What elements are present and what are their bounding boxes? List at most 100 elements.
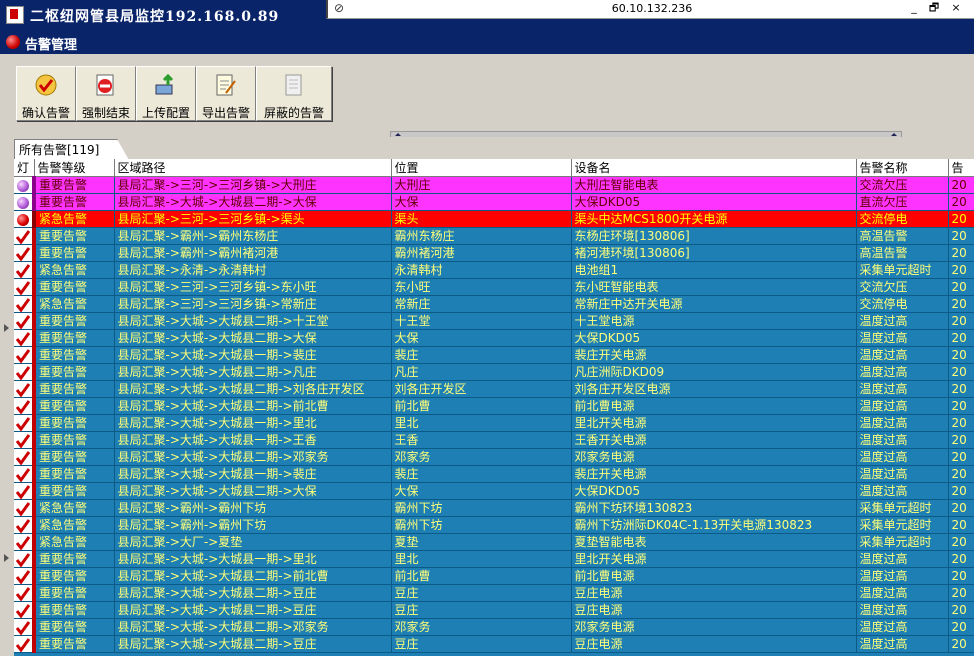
alarm-name-cell: 直流欠压 [856, 193, 949, 211]
path-cell: 县局汇聚->霸州->霸州褚河港 [114, 244, 392, 262]
table-row[interactable]: 重要告警 县局汇聚->大城->大城县一期->里北 里北 里北开关电源 温度过高 20 [14, 414, 974, 432]
level-cell: 重要告警 [32, 380, 115, 398]
location-cell: 大保 [391, 329, 572, 347]
table-row[interactable]: 重要告警 县局汇聚->大城->大城县二期->刘各庄开发区 刘各庄开发区 刘各庄开发区电… [14, 380, 974, 398]
path-cell: 县局汇聚->大城->大城县二期->大保 [114, 329, 392, 347]
col-level[interactable]: 告警等级 [34, 159, 115, 177]
table-row[interactable]: 重要告警 县局汇聚->大城->大城县二期->前北曹 前北曹 前北曹电源 温度过高 20 [14, 397, 974, 415]
toolbar: 确认告警 强制结束 上传配置 导出告警 屏蔽的告警 [0, 54, 974, 124]
lamp-cell [14, 380, 35, 398]
upload-config-button[interactable]: 上传配置 [136, 66, 196, 121]
location-cell: 里北 [391, 550, 572, 568]
location-cell: 豆庄 [391, 635, 572, 653]
lamp-cell [14, 618, 35, 636]
table-row[interactable]: 重要告警 县局汇聚->大城->大城县二期->豆庄 豆庄 豆庄电源 温度过高 20 [14, 635, 974, 653]
path-cell: 县局汇聚->大城->大城县一期->裴庄 [114, 346, 392, 364]
table-row[interactable]: 紧急告警 县局汇聚->大厂->夏垫 夏垫 夏垫智能电表 采集单元超时 20 [14, 533, 974, 551]
level-cell: 重要告警 [32, 482, 115, 500]
alarm-name-cell: 温度过高 [856, 363, 949, 381]
lamp-cell [14, 244, 35, 262]
stop-icon [96, 74, 114, 96]
force-end-button[interactable]: 强制结束 [76, 66, 136, 121]
col-alarm-name[interactable]: 告警名称 [856, 159, 949, 177]
device-cell: 邓家务电源 [571, 448, 857, 466]
table-row[interactable]: 重要告警 县局汇聚->大城->大城县一期->裴庄 裴庄 裴庄开关电源 温度过高 20 [14, 346, 974, 364]
table-row[interactable]: 重要告警 县局汇聚->大城->大城县二期->十王堂 十王堂 十王堂电源 温度过高 20 [14, 312, 974, 330]
masked-doc-icon [285, 74, 302, 96]
time-cell: 20 [948, 465, 974, 483]
confirm-alarm-button[interactable]: 确认告警 [16, 66, 76, 121]
level-cell: 重要告警 [32, 584, 115, 602]
check-mark-icon [16, 586, 30, 601]
table-row[interactable]: 重要告警 县局汇聚->大城->大城县一期->里北 里北 里北开关电源 温度过高 20 [14, 550, 974, 568]
location-cell: 东小旺 [391, 278, 572, 296]
alarm-name-cell: 温度过高 [856, 414, 949, 432]
location-cell: 霸州下坊 [391, 516, 572, 534]
check-mark-icon [16, 280, 30, 295]
device-cell: 里北开关电源 [571, 414, 857, 432]
alarm-name-cell: 温度过高 [856, 448, 949, 466]
left-splitter[interactable] [0, 159, 15, 656]
table-row[interactable]: 重要告警 县局汇聚->大城->大城县一期->裴庄 裴庄 裴庄开关电源 温度过高 20 [14, 465, 974, 483]
table-row[interactable]: 重要告警 县局汇聚->大城->大城县二期->邓家务 邓家务 邓家务电源 温度过高 20 [14, 448, 974, 466]
table-row[interactable]: 重要告警 县局汇聚->大城->大城县二期->凡庄 凡庄 凡庄洲际DKD09 温度过高 20 [14, 363, 974, 381]
check-mark-icon [16, 484, 30, 499]
check-mark-icon [16, 263, 30, 278]
device-cell: 大保DKD05 [571, 193, 857, 211]
col-device[interactable]: 设备名 [571, 159, 857, 177]
table-row[interactable]: 重要告警 县局汇聚->霸州->霸州东杨庄 霸州东杨庄 东杨庄环境[130806] 高温告… [14, 227, 974, 245]
device-cell: 霸州下坊洲际DK04C-1.13开关电源130823 [571, 516, 857, 534]
location-cell: 王香 [391, 431, 572, 449]
tab-all-alarms[interactable]: 所有告警[119] [14, 139, 130, 160]
table-row[interactable]: 重要告警 县局汇聚->大城->大城县二期->邓家务 邓家务 邓家务电源 温度过高 20 [14, 618, 974, 636]
check-mark-icon [16, 399, 30, 414]
table-row[interactable]: 重要告警 县局汇聚->大城->大城县二期->豆庄 豆庄 豆庄电源 温度过高 20 [14, 584, 974, 602]
window-title: 二枢纽网管县局监控192.168.0.89 [30, 9, 280, 25]
confirm-alarm-label: 确认告警 [21, 106, 70, 120]
col-lamp[interactable]: 灯 [14, 159, 35, 177]
table-row[interactable]: 重要告警 县局汇聚->大城->大城县二期->豆庄 豆庄 豆庄电源 温度过高 20 [14, 601, 974, 619]
table-row[interactable]: 紧急告警 县局汇聚->三河->三河乡镇->渠头 渠头 渠头中达MCS1800开关电源交… [14, 210, 974, 228]
purple-alarm-light-icon [17, 179, 29, 192]
close-button[interactable]: × [948, 1, 964, 15]
alarm-name-cell: 高温告警 [856, 244, 949, 262]
force-end-label: 强制结束 [81, 106, 130, 120]
export-alarm-button[interactable]: 导出告警 [196, 66, 256, 121]
lamp-cell [14, 448, 35, 466]
table-row[interactable]: 重要告警 县局汇聚->大城->大城县二期->大保 大保 大保DKD05 温度过高 20 [14, 329, 974, 347]
minimize-button[interactable]: _ [906, 1, 922, 15]
device-cell: 凡庄洲际DKD09 [571, 363, 857, 381]
table-row[interactable]: 重要告警 县局汇聚->大城->大城县二期->大保 大保 大保DKD05 温度过高 20 [14, 482, 974, 500]
path-cell: 县局汇聚->三河->三河乡镇->大刑庄 [114, 176, 392, 194]
table-row[interactable]: 重要告警 县局汇聚->三河->三河乡镇->东小旺 东小旺 东小旺智能电表 交流欠压 20 [14, 278, 974, 296]
restore-button[interactable]: 🗗 [926, 1, 942, 15]
alarm-name-cell: 温度过高 [856, 584, 949, 602]
table-row[interactable]: 重要告警 县局汇聚->大城->大城县一期->王香 王香 王香开关电源 温度过高 20 [14, 431, 974, 449]
path-cell: 县局汇聚->大城->大城县二期->豆庄 [114, 635, 392, 653]
check-mark-icon [16, 331, 30, 346]
table-row[interactable]: 重要告警 县局汇聚->三河->三河乡镇->大刑庄 大刑庄 大刑庄智能电表 交流欠压 20 [14, 176, 974, 194]
lamp-cell [14, 567, 35, 585]
table-row[interactable]: 重要告警 县局汇聚->霸州->霸州褚河港 霸州褚河港 褚河港环境[130806] 高温告… [14, 244, 974, 262]
alarm-name-cell: 温度过高 [856, 567, 949, 585]
table-row[interactable]: 紧急告警 县局汇聚->永清->永清韩村 永清韩村 电池组1 采集单元超时 20 [14, 261, 974, 279]
table-row[interactable]: 重要告警 县局汇聚->大城->大城县二期->前北曹 前北曹 前北曹电源 温度过高 20 [14, 567, 974, 585]
table-row[interactable]: 重要告警 县局汇聚->大城->大城县二期->大保 大保 大保DKD05 直流欠压 20 [14, 193, 974, 211]
check-mark-icon [16, 518, 30, 533]
level-cell: 重要告警 [32, 550, 115, 568]
path-cell: 县局汇聚->霸州->霸州下坊 [114, 516, 392, 534]
device-cell: 十王堂电源 [571, 312, 857, 330]
location-cell: 大保 [391, 193, 572, 211]
masked-alarm-button[interactable]: 屏蔽的告警 [256, 66, 332, 121]
level-cell: 重要告警 [32, 329, 115, 347]
level-cell: 重要告警 [32, 618, 115, 636]
location-cell: 邓家务 [391, 448, 572, 466]
table-row[interactable]: 紧急告警 县局汇聚->三河->三河乡镇->常新庄 常新庄 常新庄中达开关电源 交流停电 2… [14, 295, 974, 313]
col-location[interactable]: 位置 [391, 159, 572, 177]
table-row[interactable]: 紧急告警 县局汇聚->霸州->霸州下坊 霸州下坊 霸州下坊环境130823 采集单元超时… [14, 499, 974, 517]
table-row[interactable]: 紧急告警 县局汇聚->霸州->霸州下坊 霸州下坊 霸州下坊洲际DK04C-1.13开关… [14, 516, 974, 534]
col-time[interactable]: 告 [948, 159, 974, 177]
col-path[interactable]: 区域路径 [114, 159, 392, 177]
device-cell: 刘各庄开发区电源 [571, 380, 857, 398]
lamp-cell [14, 482, 35, 500]
